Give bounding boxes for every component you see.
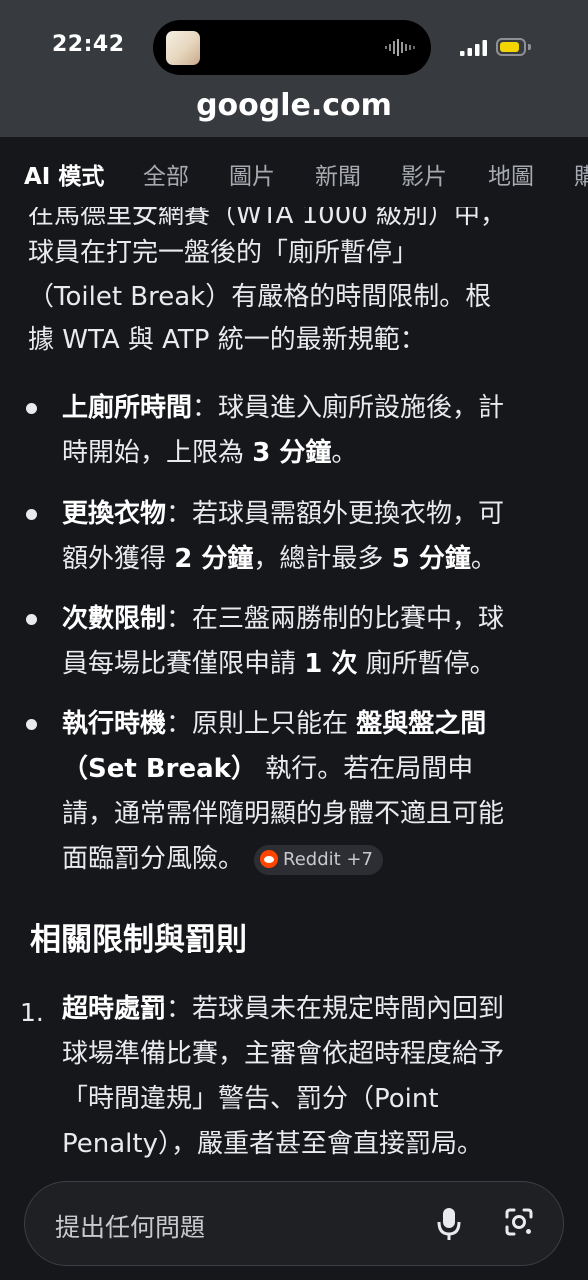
address-bar-url[interactable]: google.com [0, 88, 588, 123]
numbered-text: 「時間違規」警告、罰分（Point [62, 1084, 439, 1114]
list-item: 更換衣物：若球員需額外更換衣物，可 額外獲得 2 分鐘，總計最多 5 分鐘。 [62, 492, 566, 582]
bullet-dot [26, 614, 37, 625]
battery-cap [528, 44, 531, 50]
tab-videos[interactable]: 影片 [401, 157, 447, 191]
intro-line: 球員在打完一盤後的「廁所暫停」 [28, 238, 419, 268]
tab-maps[interactable]: 地圖 [488, 157, 534, 191]
source-chip[interactable]: Reddit +7 [254, 844, 383, 875]
numbered-text: ：若球員未在規定時間內回到 [166, 994, 505, 1024]
numbered-item: 超時處罰：若球員未在規定時間內回到 球場準備比賽，主審會依超時程度給予 「時間違… [62, 987, 572, 1167]
numbered-title: 超時處罰 [62, 994, 167, 1024]
ask-input-bar[interactable]: 提出任何問題 [24, 1181, 564, 1266]
bullet-text: 。 [470, 544, 497, 574]
tab-all[interactable]: 全部 [143, 157, 189, 191]
bullet-dot [26, 403, 37, 414]
bullet-text: 額外獲得 [62, 544, 175, 574]
list-item: 執行時機：原則上只能在 盤與盤之間 （Set Break） 執行。若在局間申 請… [62, 702, 566, 882]
camera-lens-icon[interactable] [503, 1206, 535, 1238]
tab-ai-mode[interactable]: AI 模式 [24, 157, 104, 191]
bullet-dot [26, 509, 37, 520]
search-input[interactable]: 提出任何問題 [55, 1208, 205, 1244]
numbered-text: 球場準備比賽，主審會依超時程度給予 [62, 1039, 505, 1069]
bullet-text: 。 [331, 438, 358, 468]
bullet-text: 請，通常需伴隨明顯的身體不適且可能 [62, 799, 505, 829]
battery-icon [496, 38, 526, 56]
bullet-emphasis: 盤與盤之間 [356, 709, 487, 739]
bullet-emphasis: 3 分鐘 [252, 438, 332, 468]
bullet-text: 時開始，上限為 [62, 438, 253, 468]
bullet-text: ：若球員需額外更換衣物，可 [166, 499, 505, 529]
now-playing-thumbnail [166, 31, 200, 65]
bullet-text: ：原則上只能在 [166, 709, 357, 739]
bullet-text: ，總計最多 [253, 544, 392, 574]
bullet-emphasis: 5 分鐘 [391, 544, 471, 574]
bullet-text: 廁所暫停。 [357, 649, 496, 679]
bullet-text: ：球員進入廁所設施後，計 [192, 393, 505, 423]
list-item: 次數限制：在三盤兩勝制的比賽中，球 員每場比賽僅限申請 1 次 廁所暫停。 [62, 597, 566, 687]
intro-line: （Toilet Break）有嚴格的時間限制。根 [28, 282, 492, 312]
bullet-dot [26, 719, 37, 730]
cellular-signal-icon [460, 40, 487, 56]
ai-answer-content: 在馬德里女網賽（WTA 1000 級別）中， 球員在打完一盤後的「廁所暫停」 （… [0, 137, 588, 1280]
bullet-title: 更換衣物 [62, 499, 167, 529]
audio-waveform-icon [385, 39, 415, 56]
bullet-emphasis: 2 分鐘 [174, 544, 254, 574]
bullet-emphasis: 1 次 [304, 649, 358, 679]
reddit-icon [260, 849, 279, 868]
bullet-title: 次數限制 [62, 604, 167, 634]
intro-line: 據 WTA 與 ATP 統一的最新規範： [28, 325, 426, 355]
bullet-text: 執行。若在局間申 [256, 754, 474, 784]
dynamic-island[interactable] [153, 20, 431, 75]
tab-images[interactable]: 圖片 [229, 157, 275, 191]
section-heading: 相關限制與罰則 [30, 922, 247, 958]
bullet-text: ：在三盤兩勝制的比賽中，球 [166, 604, 505, 634]
bullet-text: 面臨罰分風險。 [62, 844, 245, 874]
bullet-text: 員每場比賽僅限申請 [62, 649, 305, 679]
tab-news[interactable]: 新聞 [315, 157, 361, 191]
search-mode-tabs: AI 模式 全部 圖片 新聞 影片 地圖 購 [0, 137, 588, 207]
list-number: 1. [20, 998, 44, 1027]
source-chip-label: Reddit +7 [283, 848, 373, 870]
mic-icon[interactable] [435, 1204, 463, 1244]
list-item: 上廁所時間：球員進入廁所設施後，計 時開始，上限為 3 分鐘。 [62, 386, 566, 476]
bullet-title: 上廁所時間 [62, 393, 193, 423]
bullet-title: 執行時機 [62, 709, 167, 739]
bullet-emphasis: （Set Break） [62, 754, 257, 784]
status-time: 22:42 [52, 32, 125, 57]
browser-top-bar: 22:42 google.com [0, 0, 588, 137]
tab-shopping[interactable]: 購 [574, 157, 588, 191]
